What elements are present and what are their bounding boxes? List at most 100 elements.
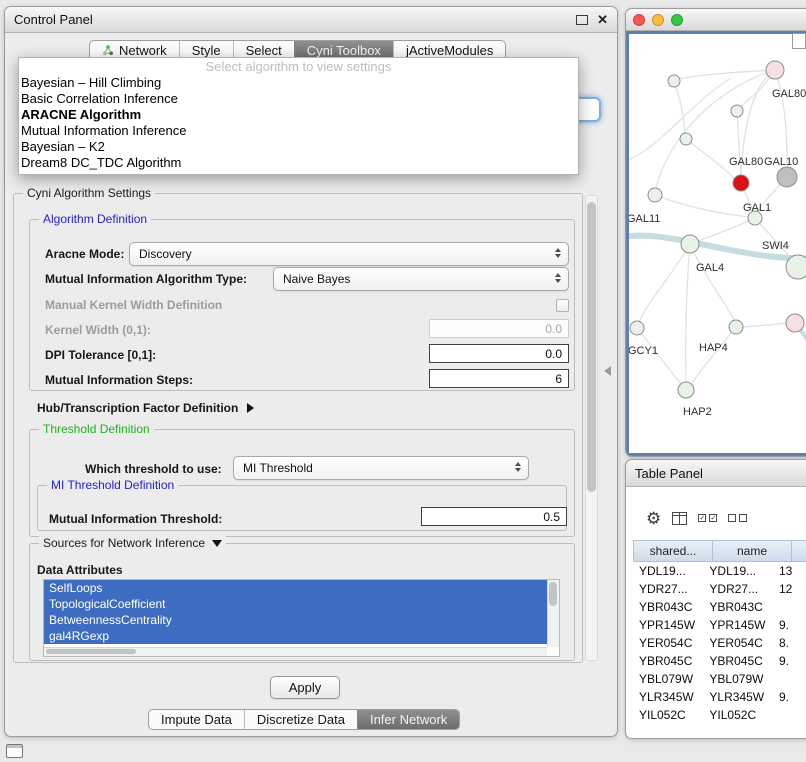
table-panel-title: Table Panel — [635, 466, 703, 481]
network-node-green[interactable] — [630, 321, 644, 335]
list-horizontal-thumb[interactable] — [46, 649, 136, 654]
list-vertical-scrollbar[interactable] — [547, 580, 559, 647]
column-header-shared[interactable]: shared... — [633, 540, 713, 562]
which-threshold-value: MI Threshold — [243, 461, 313, 475]
table-rows: YDL19...YDL19...13YDR27...YDR27...12YBR0… — [633, 562, 806, 738]
table-cell: YDL19... — [633, 564, 703, 578]
minimize-traffic-light-icon[interactable] — [652, 14, 664, 26]
dropdown-item-bayesian-hill-climbing[interactable]: Bayesian – Hill Climbing — [19, 75, 578, 91]
settings-scrollbar-thumb[interactable] — [587, 202, 596, 492]
table-cell: YLR345W — [633, 690, 703, 704]
attribute-item-gal4rgexp[interactable]: gal4RGexp — [44, 628, 547, 644]
attribute-item-betweennesscentrality[interactable]: BetweennessCentrality — [44, 612, 547, 628]
hub-definition-toggle[interactable]: Hub/Transcription Factor Definition — [37, 401, 254, 415]
data-attributes-list: SelfLoopsTopologicalCoefficientBetweenne… — [43, 579, 560, 657]
table-row[interactable]: YDL19...YDL19...13 — [633, 562, 806, 580]
mi-type-value: Naive Bayes — [283, 272, 350, 286]
aracne-mode-combo[interactable]: Discovery — [129, 242, 569, 266]
zoom-traffic-light-icon[interactable] — [671, 14, 683, 26]
float-window-icon[interactable] — [576, 15, 588, 25]
table-panel-titlebar[interactable]: Table Panel — [626, 460, 806, 487]
network-edge — [686, 244, 690, 382]
network-node-green[interactable] — [678, 382, 694, 398]
table-row[interactable]: YPR145WYPR145W9. — [633, 616, 806, 634]
threshold-definition-title: Threshold Definition — [39, 422, 154, 436]
network-edge — [656, 70, 775, 188]
table-row[interactable]: YBR045CYBR045C9. — [633, 652, 806, 670]
network-view-window: GAL80GAL80GAL10GAL11GAL1SWI4GAL4GCY1HAP4… — [625, 8, 806, 457]
column-header-extra[interactable] — [792, 540, 806, 562]
apply-button[interactable]: Apply — [270, 676, 340, 699]
network-edge — [692, 327, 736, 383]
close-traffic-light-icon[interactable] — [633, 14, 645, 26]
dpi-tolerance-field[interactable]: 0.0 — [429, 344, 569, 363]
mi-type-combo[interactable]: Naive Bayes — [273, 267, 569, 291]
sources-toggle[interactable]: Sources for Network Inference — [39, 536, 226, 550]
select-all-columns-icon[interactable]: ✓✓ — [698, 514, 717, 522]
column-header-name[interactable]: name — [713, 540, 792, 562]
table-header-row: shared...name — [633, 540, 806, 562]
network-node-green[interactable] — [680, 133, 692, 145]
close-icon[interactable]: ✕ — [597, 13, 608, 26]
network-node-green[interactable] — [648, 188, 662, 202]
table-row[interactable]: YIL052CYIL052C — [633, 706, 806, 724]
network-graph-canvas[interactable]: GAL80GAL80GAL10GAL11GAL1SWI4GAL4GCY1HAP4… — [629, 34, 806, 453]
attribute-item-topologicalcoefficient[interactable]: TopologicalCoefficient — [44, 596, 547, 612]
list-vertical-thumb[interactable] — [549, 582, 557, 606]
table-toolbar: ⚙ ✓✓ — [646, 508, 747, 528]
dropdown-item-mutual-information-inference[interactable]: Mutual Information Inference — [19, 123, 578, 139]
kernel-width-field[interactable]: 0.0 — [429, 319, 569, 338]
network-node-green[interactable] — [729, 320, 743, 334]
attribute-item-selfloops[interactable]: SelfLoops — [44, 580, 547, 596]
network-node-pink[interactable] — [766, 61, 784, 79]
manual-kernel-checkbox[interactable] — [556, 299, 569, 312]
network-node-green[interactable] — [668, 75, 680, 87]
tab-discretize-data[interactable]: Discretize Data — [244, 710, 357, 729]
table-row[interactable]: YLR345WYLR345W9. — [633, 688, 806, 706]
network-edge — [639, 244, 690, 322]
network-node-label: HAP2 — [683, 406, 712, 418]
mi-steps-field[interactable]: 6 — [429, 369, 569, 388]
minimized-panel-icon[interactable] — [6, 744, 23, 758]
table-cell: YER054C — [703, 636, 773, 650]
table-cell: YPR145W — [703, 618, 773, 632]
dropdown-item-dream8-dc-tdc-algorithm[interactable]: Dream8 DC_TDC Algorithm — [19, 155, 578, 171]
table-cell: 9. — [773, 690, 806, 704]
mi-threshold-group-title: MI Threshold Definition — [47, 478, 178, 492]
network-edge — [686, 139, 734, 178]
network-node-red[interactable] — [733, 175, 749, 191]
panel-splitter-arrow-icon[interactable] — [604, 366, 611, 376]
network-node-green[interactable] — [731, 105, 743, 117]
mi-threshold-field[interactable]: 0.5 — [421, 507, 567, 526]
table-panel-body: ⚙ ✓✓ shared...name YDL19...YDL19...13YDR… — [626, 487, 806, 738]
hub-definition-label: Hub/Transcription Factor Definition — [37, 401, 238, 415]
which-threshold-combo[interactable]: MI Threshold — [233, 456, 529, 480]
network-node-label: GAL1 — [743, 202, 771, 214]
network-node-pink[interactable] — [786, 314, 804, 332]
dropdown-item-aracne-algorithm[interactable]: ARACNE Algorithm — [19, 107, 578, 123]
control-panel-titlebar[interactable]: Control Panel ✕ — [5, 7, 617, 33]
network-node-label: GCY1 — [629, 345, 658, 357]
network-edge — [698, 218, 755, 241]
table-row[interactable]: YER054CYER054C8. — [633, 634, 806, 652]
tab-impute-data[interactable]: Impute Data — [149, 710, 244, 729]
gear-icon[interactable]: ⚙ — [646, 510, 661, 527]
dropdown-item-basic-correlation-inference[interactable]: Basic Correlation Inference — [19, 91, 578, 107]
columns-icon[interactable] — [672, 512, 687, 525]
tab-infer-network[interactable]: Infer Network — [357, 710, 459, 729]
network-node-green[interactable] — [681, 235, 699, 253]
dropdown-item-bayesian-k2[interactable]: Bayesian – K2 — [19, 139, 578, 155]
table-row[interactable]: YBL079WYBL079W — [633, 670, 806, 688]
tab-label: Network — [119, 43, 167, 58]
network-window-titlebar[interactable] — [626, 9, 806, 31]
table-row[interactable]: YBR043CYBR043C — [633, 598, 806, 616]
network-node-green[interactable] — [786, 255, 806, 279]
network-corner-box — [792, 33, 806, 49]
list-horizontal-scrollbar[interactable] — [44, 647, 547, 656]
settings-scrollbar[interactable] — [585, 195, 598, 661]
table-row[interactable]: YDR27...YDR27...12 — [633, 580, 806, 598]
network-edge — [690, 244, 734, 320]
deselect-all-columns-icon[interactable] — [728, 514, 747, 522]
network-node-gray[interactable] — [777, 167, 797, 187]
table-cell: YBR043C — [633, 600, 703, 614]
